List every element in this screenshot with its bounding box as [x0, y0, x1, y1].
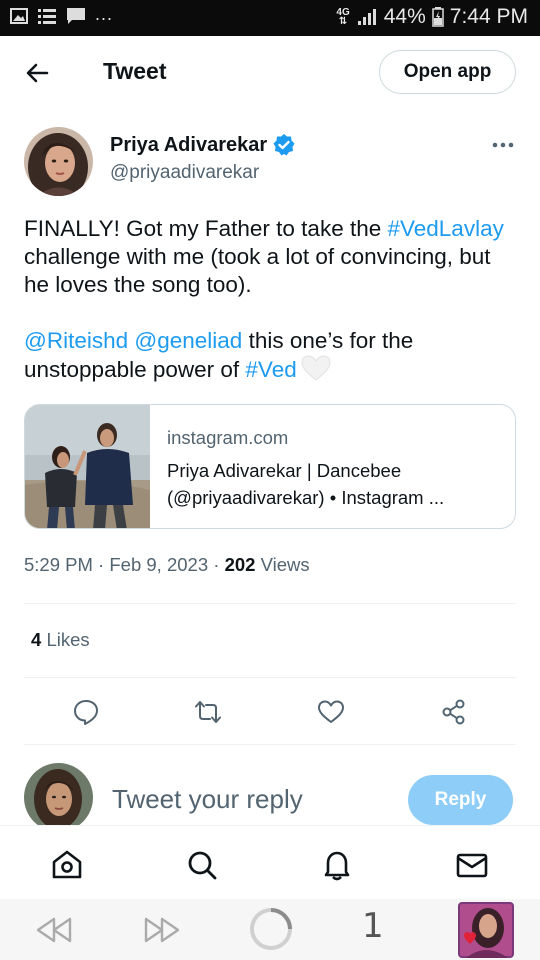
home-icon[interactable] — [50, 848, 84, 882]
status-overflow: ... — [95, 3, 114, 24]
hashtag-vedlavlay[interactable]: #VedLavlay — [387, 216, 503, 241]
mention-riteishd[interactable]: @Riteishd — [24, 328, 128, 353]
loading-spinner-icon — [250, 908, 292, 950]
tweet-paragraph-2: @Riteishd @geneliad this one’s for the u… — [24, 328, 414, 382]
messages-icon[interactable] — [455, 848, 489, 882]
views-count: 202 — [224, 554, 256, 575]
divider — [24, 744, 516, 745]
tweet-paragraph-1: FINALLY! Got my Father to take the #VedL… — [24, 216, 504, 297]
top-header: Tweet Open app — [0, 36, 540, 110]
likes-count[interactable]: 4 Likes — [31, 629, 90, 651]
fast-forward-icon[interactable] — [142, 915, 182, 945]
profile-thumbnail[interactable] — [458, 902, 514, 958]
image-icon — [10, 8, 28, 24]
hashtag-ved[interactable]: #Ved — [245, 357, 296, 382]
link-preview-card[interactable]: instagram.com Priya Adivarekar | Dancebe… — [24, 404, 516, 529]
status-bar: ... 4G ⇅ 44% 7:44 PM — [0, 0, 540, 36]
reply-icon[interactable] — [72, 698, 100, 726]
back-arrow-icon[interactable] — [22, 58, 52, 88]
rewind-icon[interactable] — [34, 915, 74, 945]
tweet-text: FINALLY! Got my Father to take the #VedL… — [24, 215, 519, 384]
author-name[interactable]: Priya Adivarekar — [110, 133, 296, 157]
network-type: 4G ⇅ — [336, 7, 350, 27]
divider — [24, 603, 516, 604]
retweet-icon[interactable] — [194, 698, 222, 726]
tab-count[interactable]: 1 — [362, 906, 384, 946]
author-avatar[interactable] — [24, 127, 93, 196]
clock: 7:44 PM — [449, 5, 528, 28]
link-title: Priya Adivarekar | Dancebee (@priyaadiva… — [167, 460, 445, 508]
reply-button[interactable]: Reply — [408, 775, 513, 825]
link-preview-thumbnail — [25, 405, 150, 528]
like-icon[interactable] — [317, 698, 345, 726]
battery-icon — [432, 7, 444, 27]
divider — [24, 677, 516, 678]
share-icon[interactable] — [440, 698, 468, 726]
notifications-icon[interactable] — [320, 848, 354, 882]
reply-input[interactable] — [112, 784, 392, 815]
list-icon — [38, 9, 56, 24]
tweet-timestamp: 5:29 PM · Feb 9, 2023 · 202 Views — [24, 554, 310, 575]
author-handle[interactable]: @priyaadivarekar — [110, 162, 259, 184]
mention-geneliad[interactable]: @geneliad — [134, 328, 242, 353]
bottom-navigation — [0, 825, 540, 900]
search-icon[interactable] — [185, 848, 219, 882]
verified-badge-icon — [273, 134, 295, 156]
chat-icon — [67, 8, 85, 24]
signal-icon — [357, 9, 376, 25]
user-avatar — [24, 763, 93, 832]
white-heart-emoji-icon — [301, 355, 331, 381]
open-app-button[interactable]: Open app — [379, 50, 516, 94]
page-title: Tweet — [103, 58, 167, 84]
more-options-icon[interactable] — [488, 133, 518, 157]
link-domain: instagram.com — [167, 427, 289, 448]
battery-percent: 44% — [383, 5, 426, 28]
